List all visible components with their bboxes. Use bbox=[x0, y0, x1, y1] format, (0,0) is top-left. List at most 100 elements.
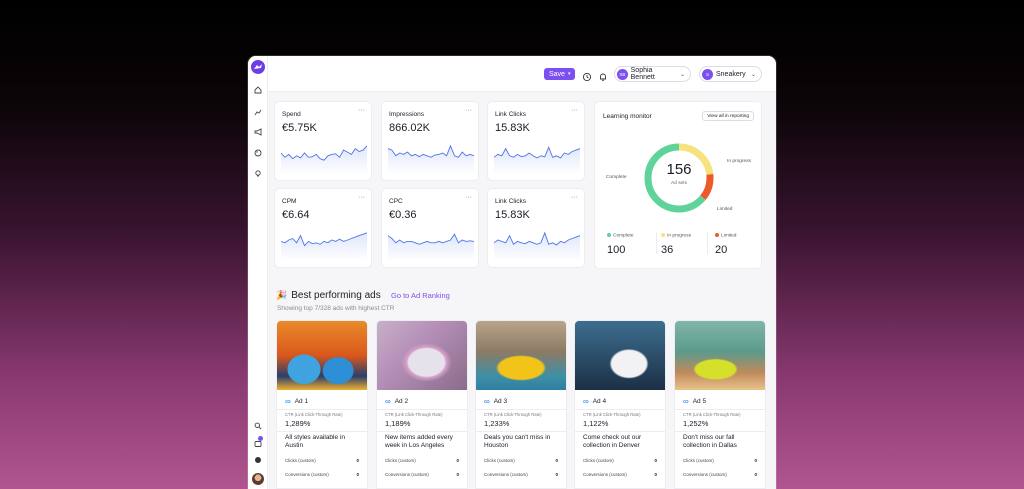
callout-in-progress: In progress bbox=[727, 159, 751, 164]
ad-name-text: Ad 1 bbox=[294, 398, 309, 405]
ad-card[interactable]: ∞ Ad 2 CTR (Link Click-Through Rate) 1,18… bbox=[376, 320, 468, 489]
legend-dot bbox=[607, 233, 611, 237]
app-window: Save ▾ SB Sophia Bennett ⌄ S Sneakery ⌄ … bbox=[248, 56, 776, 489]
more-icon[interactable]: ··· bbox=[465, 194, 472, 201]
ad-card[interactable]: ∞ Ad 5 CTR (Link Click-Through Rate) 1,25… bbox=[674, 320, 766, 489]
brand-switcher[interactable]: S Sneakery ⌄ bbox=[699, 66, 762, 82]
clicks-value: 0 bbox=[555, 458, 558, 463]
sparkline-chart bbox=[494, 231, 580, 261]
clicks-row: Clicks (custom) 0 bbox=[683, 458, 757, 463]
clicks-label: Clicks (custom) bbox=[285, 458, 316, 463]
palette-icon[interactable] bbox=[254, 149, 262, 157]
legend-label: In progress bbox=[667, 233, 691, 239]
ctr-value: 1,289% bbox=[285, 419, 311, 428]
app-logo[interactable] bbox=[251, 60, 265, 74]
legend-label: Complete bbox=[613, 233, 634, 239]
brand-avatar: S bbox=[702, 68, 713, 80]
legend-dot bbox=[715, 233, 719, 237]
conversions-row: Conversions (custom) 0 bbox=[683, 472, 757, 477]
ad-name-text: Ad 5 bbox=[692, 398, 707, 405]
divider bbox=[675, 431, 765, 432]
history-icon[interactable] bbox=[582, 69, 592, 82]
metric-label: Link Clicks bbox=[495, 198, 527, 205]
ad-card[interactable]: ∞ Ad 4 CTR (Link Click-Through Rate) 1,12… bbox=[574, 320, 666, 489]
ad-image bbox=[575, 321, 665, 390]
ad-card[interactable]: ∞ Ad 3 CTR (Link Click-Through Rate) 1,23… bbox=[475, 320, 567, 489]
metric-label: Impressions bbox=[389, 111, 425, 118]
divider bbox=[377, 431, 467, 432]
clicks-row: Clicks (custom) 0 bbox=[583, 458, 657, 463]
inbox-icon[interactable] bbox=[254, 440, 262, 448]
divider bbox=[575, 431, 665, 432]
metric-value: 866.02K bbox=[389, 122, 430, 134]
ad-copy: Come check out our collection in Denver bbox=[583, 434, 642, 449]
ad-name: ∞ Ad 2 bbox=[385, 397, 408, 406]
meta-icon: ∞ bbox=[683, 397, 689, 406]
metric-card-cpm[interactable]: CPM €6.64 ··· bbox=[274, 188, 372, 268]
clicks-label: Clicks (custom) bbox=[385, 458, 416, 463]
conversions-row: Conversions (custom) 0 bbox=[285, 472, 359, 477]
more-icon[interactable]: ··· bbox=[358, 194, 365, 201]
divider bbox=[476, 431, 566, 432]
profile-avatar[interactable] bbox=[252, 473, 264, 485]
metric-card-link-clicks[interactable]: Link Clicks 15.83K ··· bbox=[487, 101, 585, 181]
ad-image bbox=[277, 321, 367, 390]
lightbulb-icon[interactable] bbox=[254, 170, 262, 178]
chevron-down-icon: ⌄ bbox=[679, 71, 685, 78]
ad-name: ∞ Ad 4 bbox=[583, 397, 606, 406]
ad-name: ∞ Ad 5 bbox=[683, 397, 706, 406]
ad-image bbox=[675, 321, 765, 390]
legend-value: 20 bbox=[715, 244, 728, 256]
home-icon[interactable] bbox=[254, 86, 262, 94]
conversions-value: 0 bbox=[754, 472, 757, 477]
ad-ranking-link[interactable]: Go to Ad Ranking bbox=[391, 291, 450, 300]
donut-center: 156 Ad sets bbox=[642, 141, 716, 215]
ctr-value: 1,122% bbox=[583, 419, 609, 428]
metric-label: Link Clicks bbox=[495, 111, 527, 118]
more-icon[interactable]: ··· bbox=[571, 194, 578, 201]
ad-copy: Don't miss our fall collection in Dallas bbox=[683, 434, 737, 449]
more-icon[interactable]: ··· bbox=[571, 107, 578, 114]
ad-name-text: Ad 4 bbox=[592, 398, 607, 405]
metric-card-spend[interactable]: Spend €5.75K ··· bbox=[274, 101, 372, 181]
megaphone-icon[interactable] bbox=[254, 128, 262, 136]
ad-name: ∞ Ad 1 bbox=[285, 397, 308, 406]
meta-icon: ∞ bbox=[484, 397, 490, 406]
more-icon[interactable]: ··· bbox=[358, 107, 365, 114]
metric-label: Spend bbox=[282, 111, 301, 118]
metric-card-impressions[interactable]: Impressions 866.02K ··· bbox=[381, 101, 479, 181]
ad-name-text: Ad 2 bbox=[394, 398, 409, 405]
clicks-row: Clicks (custom) 0 bbox=[385, 458, 459, 463]
help-icon[interactable] bbox=[254, 456, 262, 464]
metric-value: €5.75K bbox=[282, 122, 317, 134]
ad-image bbox=[476, 321, 566, 390]
bell-icon[interactable] bbox=[598, 69, 608, 81]
best-ads-subtitle: Showing top 7/328 ads with highest CTR bbox=[277, 305, 395, 312]
search-icon[interactable] bbox=[254, 422, 262, 430]
sparkline-area bbox=[281, 232, 367, 261]
save-button[interactable]: Save ▾ bbox=[544, 68, 575, 80]
metric-card-link-clicks-2[interactable]: Link Clicks 15.83K ··· bbox=[487, 188, 585, 268]
view-all-button[interactable]: View all in reporting bbox=[702, 111, 754, 121]
callout-complete: Complete bbox=[606, 175, 627, 180]
ad-card[interactable]: ∞ Ad 1 CTR (Link Click-Through Rate) 1,28… bbox=[276, 320, 368, 489]
total-label: Ad sets bbox=[671, 181, 687, 186]
chart-icon[interactable] bbox=[254, 108, 262, 116]
legend-in-progress: In progress bbox=[661, 233, 691, 238]
metric-card-cpc[interactable]: CPC €0.36 ··· bbox=[381, 188, 479, 268]
more-icon[interactable]: ··· bbox=[465, 107, 472, 114]
conversions-row: Conversions (custom) 0 bbox=[583, 472, 657, 477]
divider bbox=[575, 409, 665, 410]
ad-copy: All styles available in Austin bbox=[285, 434, 345, 449]
topbar: Save ▾ SB Sophia Bennett ⌄ S Sneakery ⌄ bbox=[268, 56, 776, 92]
sparkline-chart bbox=[388, 233, 474, 261]
conversions-label: Conversions (custom) bbox=[583, 472, 627, 477]
user-name: Sophia Bennett bbox=[630, 67, 655, 81]
divider bbox=[277, 431, 367, 432]
clicks-label: Clicks (custom) bbox=[583, 458, 614, 463]
divider bbox=[707, 232, 708, 254]
sparkline-area bbox=[388, 145, 474, 174]
metric-value: 15.83K bbox=[495, 122, 530, 134]
conversions-label: Conversions (custom) bbox=[285, 472, 329, 477]
user-menu[interactable]: SB Sophia Bennett ⌄ bbox=[614, 66, 691, 82]
